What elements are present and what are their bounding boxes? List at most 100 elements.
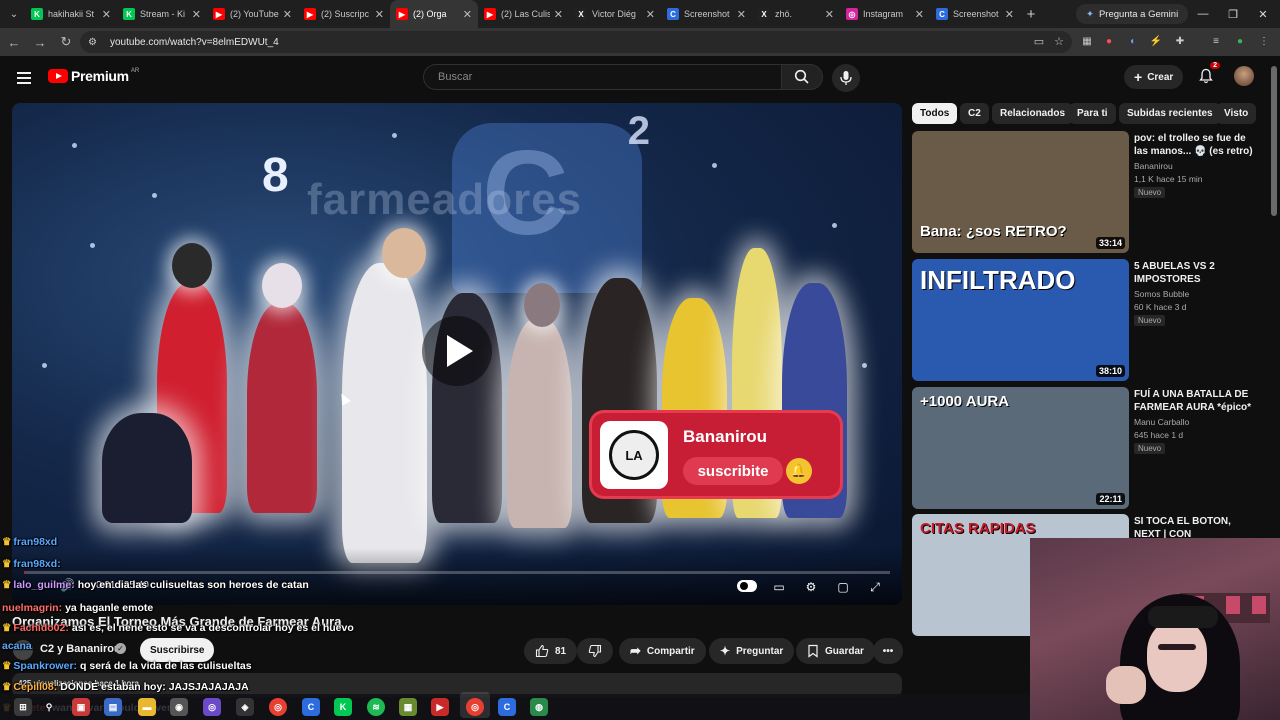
tab-close-icon[interactable]: ✕	[646, 8, 655, 21]
app-icon[interactable]: ◈	[236, 698, 254, 716]
youtube-premium-logo[interactable]: Premium AR	[48, 68, 139, 84]
tab-close-icon[interactable]: ✕	[915, 8, 924, 21]
recommendation-title[interactable]: pov: el trolleo se fue de las manos... 💀…	[1134, 132, 1254, 158]
subscribe-card[interactable]: LA Bananirou suscribite 🔔	[592, 413, 840, 496]
autoplay-toggle[interactable]	[737, 580, 757, 592]
subtitles-icon[interactable]: ▭	[768, 577, 790, 597]
bell-icon[interactable]: 🔔	[786, 458, 812, 484]
recommendation-channel[interactable]: Bananirou	[1134, 161, 1173, 171]
app-icon[interactable]: ◉	[170, 698, 188, 716]
tab-close-icon[interactable]: ✕	[825, 8, 834, 21]
back-icon[interactable]: ←	[2, 30, 26, 54]
notifications-button[interactable]: 2	[1196, 62, 1220, 86]
kick-icon[interactable]: K	[334, 698, 352, 716]
recommendation-channel[interactable]: Manu Carballo	[1134, 417, 1189, 427]
share-button[interactable]: ➦ Compartir	[619, 638, 706, 664]
save-button[interactable]: Guardar	[796, 638, 875, 664]
fullscreen-icon[interactable]: ⤢	[864, 577, 886, 597]
create-button[interactable]: + Crear	[1124, 65, 1184, 89]
app-icon[interactable]: ◎	[203, 698, 221, 716]
chip-watched[interactable]: Visto	[1216, 103, 1257, 124]
bookmark-star-icon[interactable]: ☆	[1054, 35, 1064, 48]
browser-tab[interactable]: C Screenshot ✕	[661, 0, 752, 28]
search-button[interactable]	[781, 64, 823, 90]
voice-search-button[interactable]	[832, 64, 860, 92]
browser-tab[interactable]: K Stream - Ki ✕	[117, 0, 207, 28]
start-icon[interactable]: ⊞	[14, 698, 32, 716]
ask-button[interactable]: ✦ Preguntar	[709, 638, 795, 664]
profile-icon[interactable]: ●	[1232, 33, 1248, 49]
new-tab-button[interactable]: +	[1020, 6, 1042, 23]
app-icon[interactable]: C	[498, 698, 516, 716]
recommendation-thumbnail[interactable]: +1000 AURA 22:11	[912, 387, 1129, 509]
like-button[interactable]: 81	[524, 638, 578, 664]
app-icon[interactable]: ▦	[399, 698, 417, 716]
minimize-icon[interactable]: —	[1188, 0, 1218, 28]
extension-icon[interactable]: ◖	[1124, 33, 1140, 49]
recommendation-thumbnail[interactable]: Bana: ¿sos RETRO? 33:14	[912, 131, 1129, 253]
user-avatar[interactable]	[1234, 66, 1254, 86]
site-info-icon[interactable]: ⚙	[88, 37, 102, 48]
app-icon[interactable]: C	[302, 698, 320, 716]
search-input[interactable]: Buscar	[423, 64, 781, 90]
tab-search-icon[interactable]: ⌄	[3, 3, 25, 25]
recommendation-title[interactable]: FUÍ A UNA BATALLA DE FARMEAR AURA *épico…	[1134, 388, 1254, 414]
browser-menu-icon[interactable]: ⋮	[1256, 33, 1272, 49]
browser-tab[interactable]: ◎ Instagram ✕	[840, 0, 930, 28]
browser-tab[interactable]: ▶ (2) YouTube ✕	[207, 0, 298, 28]
browser-tab[interactable]: ▶ (2) Orga ✕	[390, 0, 478, 28]
settings-icon[interactable]: ⚙	[800, 577, 822, 597]
browser-tab[interactable]: ▶ (2) Suscripc ✕	[298, 0, 390, 28]
recommendation-thumbnail[interactable]: INFILTRADO 38:10	[912, 259, 1129, 381]
theater-mode-icon[interactable]: ▢	[832, 577, 854, 597]
tab-close-icon[interactable]: ✕	[1005, 8, 1014, 21]
chip-related[interactable]: Relacionados	[992, 103, 1074, 124]
tab-close-icon[interactable]: ✕	[554, 8, 563, 21]
app-icon[interactable]: ▶	[431, 698, 449, 716]
extension-icon[interactable]: ●	[1101, 33, 1117, 49]
tab-close-icon[interactable]: ✕	[737, 8, 746, 21]
gemini-button[interactable]: ✦ Pregunta a Gemini	[1076, 4, 1189, 24]
forward-icon[interactable]: →	[28, 30, 52, 54]
browser-tab[interactable]: C Screenshot ✕	[930, 0, 1020, 28]
browser-tab[interactable]: Khakihakii St ✕	[25, 0, 117, 28]
chip-recent-uploads[interactable]: Subidas recientes	[1119, 103, 1221, 124]
app-icon[interactable]: ▤	[104, 698, 122, 716]
tab-close-icon[interactable]: ✕	[192, 8, 201, 21]
subscribe-button[interactable]: Suscribirse	[140, 638, 215, 662]
chip-for-you[interactable]: Para ti	[1069, 103, 1116, 124]
browser-tab[interactable]: ▶ (2) Las Culis ✕	[478, 0, 569, 28]
reload-icon[interactable]: ↻	[54, 30, 78, 54]
extension-icon[interactable]: ⚡	[1148, 33, 1164, 49]
tab-close-icon[interactable]: ✕	[283, 8, 292, 21]
search-icon[interactable]: ⚲	[40, 698, 58, 716]
app-icon[interactable]: ◍	[530, 698, 548, 716]
address-bar[interactable]: ⚙ youtube.com/watch?v=8elmEDWUt_4 ▭ ☆	[80, 31, 1072, 53]
progress-bar[interactable]	[24, 571, 890, 574]
extension-icon[interactable]: ▦	[1079, 33, 1095, 49]
tab-close-icon[interactable]: ✕	[102, 8, 111, 21]
reading-list-icon[interactable]: ≡	[1208, 33, 1224, 49]
chrome-icon[interactable]: ◎	[269, 698, 287, 716]
more-actions-icon[interactable]: •••	[873, 638, 903, 664]
scrollbar[interactable]	[1271, 66, 1277, 216]
recommendation-title[interactable]: 5 ABUELAS VS 2 IMPOSTORES	[1134, 260, 1254, 286]
folder-icon[interactable]: ▬	[138, 698, 156, 716]
recommendation-channel[interactable]: Somos Bubble	[1134, 289, 1189, 299]
restore-icon[interactable]: ❐	[1218, 0, 1248, 28]
browser-tab[interactable]: Xzhö. ✕	[752, 0, 840, 28]
big-play-button[interactable]	[422, 316, 492, 386]
chip-c2[interactable]: C2	[960, 103, 989, 124]
tab-close-icon[interactable]: ✕	[463, 8, 472, 21]
browser-tab[interactable]: X Victor Diég ✕	[569, 0, 661, 28]
channel-name[interactable]: C2 y Bananirou	[40, 643, 121, 655]
app-icon[interactable]: ▣	[72, 698, 90, 716]
url-text[interactable]: youtube.com/watch?v=8elmEDWUt_4	[110, 37, 279, 48]
close-window-icon[interactable]: ✕	[1248, 0, 1278, 28]
spotify-icon[interactable]: ≋	[367, 698, 385, 716]
menu-icon[interactable]	[14, 68, 34, 88]
cast-icon[interactable]: ▭	[1034, 35, 1044, 48]
dislike-button[interactable]	[577, 638, 613, 664]
extensions-puzzle-icon[interactable]: ✚	[1172, 33, 1188, 49]
chrome-icon[interactable]: ◎	[466, 698, 484, 716]
